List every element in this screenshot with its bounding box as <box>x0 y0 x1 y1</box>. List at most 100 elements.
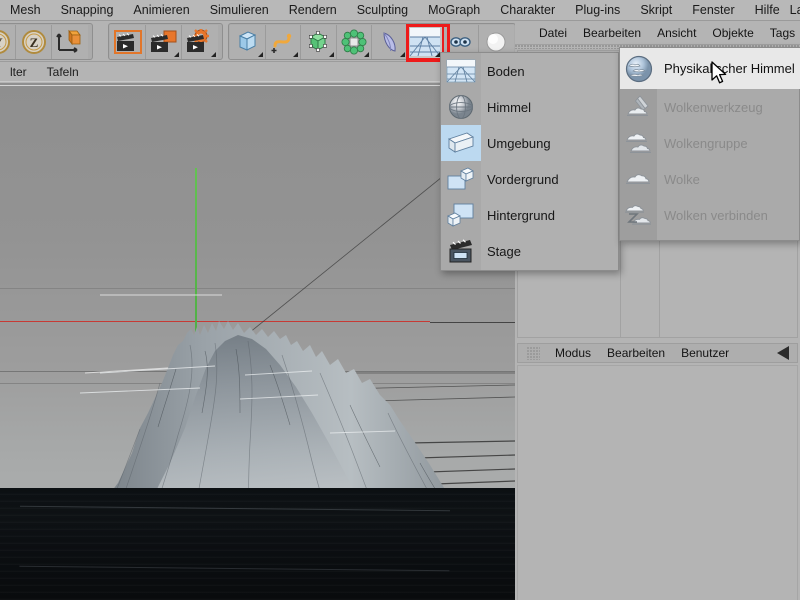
toolbar-group-render <box>108 23 223 60</box>
scene-environment-button[interactable] <box>406 23 444 60</box>
light-icon <box>486 32 506 51</box>
flyout-corner-icon <box>364 51 369 57</box>
menu-item-animieren[interactable]: Animieren <box>123 0 199 20</box>
deformer-button[interactable] <box>336 24 372 59</box>
filter-subrow: lter Tafeln <box>0 62 515 82</box>
flyout-corner-icon <box>257 51 263 57</box>
generator-cube-icon <box>309 30 328 52</box>
coordinate-system-icon <box>56 29 81 53</box>
am-menu-modus[interactable]: Modus <box>547 346 599 360</box>
menu-item-umgebung[interactable]: Umgebung <box>441 125 618 161</box>
menu-item-sculpting[interactable]: Sculpting <box>347 0 418 20</box>
om-menu-datei[interactable]: Datei <box>531 26 575 40</box>
sky-submenu[interactable]: Physikalischer Himmel Wolkenwerkzeug Wol… <box>619 47 800 241</box>
render-view-button[interactable] <box>110 24 146 59</box>
menu-item-plugins[interactable]: Plug-ins <box>565 0 630 20</box>
subrow-item-filter[interactable]: lter <box>0 65 37 79</box>
z-lock-icon: Z <box>21 29 46 54</box>
submenu-item-label: Wolkenwerkzeug <box>664 99 763 115</box>
primitive-cube-button[interactable] <box>230 24 266 59</box>
flyout-corner-icon <box>399 51 405 57</box>
menu-item-vordergrund[interactable]: Vordergrund <box>441 161 618 197</box>
menu-item-label: Stage <box>487 243 521 259</box>
om-menu-bearbeiten[interactable]: Bearbeiten <box>575 26 649 40</box>
svg-text:Z: Z <box>29 35 38 50</box>
submenu-item-label: Wolkengruppe <box>664 135 748 151</box>
generator-button[interactable] <box>301 24 337 59</box>
spline-pen-button[interactable] <box>265 24 301 59</box>
flyout-corner-icon <box>211 51 216 57</box>
cloud-group-icon <box>620 125 657 161</box>
submenu-item-label: Physikalischer Himmel <box>664 61 795 76</box>
foreground-icon <box>441 161 481 197</box>
sky-sphere-icon <box>441 89 481 125</box>
floor-icon <box>441 53 481 89</box>
om-menu-objekte[interactable]: Objekte <box>704 26 761 40</box>
submenu-item-label: Wolken verbinden <box>664 207 768 223</box>
viewport-ocean <box>0 488 515 600</box>
flyout-corner-icon <box>174 51 179 57</box>
submenu-item-wolkenwerkzeug: Wolkenwerkzeug <box>620 89 799 125</box>
menu-item-label: Umgebung <box>487 135 551 151</box>
drag-grip-icon[interactable] <box>527 346 540 360</box>
menu-item-mograph[interactable]: MoGraph <box>418 0 490 20</box>
menu-item-fenster[interactable]: Fenster <box>682 0 744 20</box>
collapse-arrow-icon[interactable] <box>777 346 789 360</box>
cloud-icon <box>620 161 657 197</box>
submenu-item-wolkengruppe: Wolkengruppe <box>620 125 799 161</box>
attribute-manager-body[interactable] <box>517 365 798 600</box>
bend-icon <box>383 31 396 52</box>
menu-item-stage[interactable]: Stage <box>441 233 618 269</box>
menu-item-himmel[interactable]: Himmel <box>441 89 618 125</box>
menu-item-snapping[interactable]: Snapping <box>51 0 124 20</box>
am-menu-benutzer[interactable]: Benutzer <box>673 346 737 360</box>
menu-item-rendern[interactable]: Rendern <box>279 0 347 20</box>
menu-item-mesh[interactable]: Mesh <box>0 0 51 20</box>
cloud-tool-icon <box>620 89 657 125</box>
object-manager-menubar: Datei Bearbeiten Ansicht Objekte Tags <box>515 21 800 45</box>
world-coordinates-button[interactable] <box>52 24 88 59</box>
menu-item-boden[interactable]: Boden <box>441 53 618 89</box>
menu-item-hilfe[interactable]: Hilfe <box>745 0 790 20</box>
submenu-item-label: Wolke <box>664 171 700 187</box>
om-menu-tags[interactable]: Tags <box>762 26 800 40</box>
menu-item-simulieren[interactable]: Simulieren <box>200 0 279 20</box>
menu-item-charakter[interactable]: Charakter <box>490 0 565 20</box>
y-lock-icon: Y <box>0 29 10 54</box>
z-axis-lock-button[interactable]: Z <box>16 24 52 59</box>
render-region-button[interactable] <box>146 24 182 59</box>
render-settings-button[interactable] <box>182 24 218 59</box>
menu-item-label: Vordergrund <box>487 171 559 187</box>
y-axis-lock-button[interactable]: Y <box>0 24 16 59</box>
submenu-item-wolke: Wolke <box>620 161 799 197</box>
bend-deformer-button[interactable] <box>372 24 408 59</box>
submenu-item-wolken-verbinden: Wolken verbinden <box>620 197 799 233</box>
om-menu-ansicht[interactable]: Ansicht <box>649 26 704 40</box>
viewport-perspective[interactable] <box>0 83 515 600</box>
layout-label: Layout: <box>789 3 800 17</box>
flyout-corner-icon <box>328 51 334 57</box>
cinema4d-window: Mesh Snapping Animieren Simulieren Rende… <box>0 0 800 600</box>
environment-box-icon <box>441 125 481 161</box>
menu-item-hintergrund[interactable]: Hintergrund <box>441 197 618 233</box>
background-icon <box>441 197 481 233</box>
menu-item-label: Hintergrund <box>487 207 555 223</box>
menu-item-skript[interactable]: Skript <box>630 0 682 20</box>
clapperboard-icon <box>441 233 481 269</box>
connect-clouds-icon <box>620 197 657 233</box>
physical-sky-icon <box>620 51 657 87</box>
scene-objects-menu[interactable]: Boden Himmel Umgebung Vordergrund Hinter… <box>440 52 619 271</box>
am-menu-bearbeiten[interactable]: Bearbeiten <box>599 346 673 360</box>
camera-icon <box>450 36 471 47</box>
spline-icon <box>271 33 291 53</box>
main-menubar: Mesh Snapping Animieren Simulieren Rende… <box>0 0 800 21</box>
render-view-icon <box>113 29 142 54</box>
menu-item-label: Boden <box>487 63 525 79</box>
menu-item-label: Himmel <box>487 99 532 115</box>
cube-icon <box>239 30 257 51</box>
subrow-item-tafeln[interactable]: Tafeln <box>37 65 89 79</box>
attribute-manager-menubar: Modus Bearbeiten Benutzer <box>517 343 798 363</box>
flyout-corner-icon <box>293 51 298 57</box>
deformer-icon <box>341 29 367 54</box>
toolbar-group-axis: Y Z <box>0 23 93 60</box>
